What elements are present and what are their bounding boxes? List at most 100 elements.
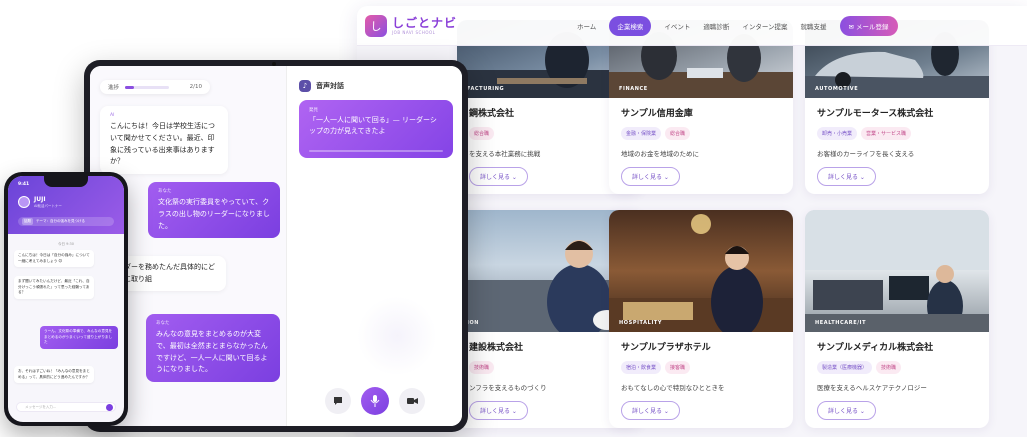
camera-dot [272, 62, 276, 66]
partner-name: JUJI [34, 196, 46, 203]
company-card[interactable]: FINANCE サンプル信用金庫 金融・保険業 総合職 地域のお金を地域のために… [609, 20, 793, 194]
message-input-placeholder: メッセージを入力... [25, 404, 57, 409]
video-button[interactable] [399, 388, 425, 414]
logo-title: しごとナビ [392, 15, 458, 30]
send-icon[interactable] [106, 404, 113, 411]
logo-icon[interactable]: し [365, 14, 387, 37]
company-desc: 医療を支えるヘルスケアテクノロジー [817, 384, 927, 392]
insight-tag: 発見 [309, 108, 318, 113]
nav-aptitude[interactable]: 適職診断 [703, 21, 729, 31]
progress-indicator: 進捗 2/10 [100, 80, 210, 94]
company-desc: 地域のお金を地域のために [621, 150, 699, 158]
voice-icon: ♪ [299, 80, 311, 92]
detail-button[interactable]: 詳しく見る ⌄ [621, 401, 680, 420]
phone-device: 9:41 JUJI AI就活パートナー 話題 テーマ：自分の強みを見つける 今日… [4, 172, 128, 426]
logo-subtitle: JOB NAVI SCHOOL [392, 29, 436, 35]
detail-button[interactable]: 詳しく見る ⌄ [469, 401, 528, 420]
industry-tag: FINANCE [619, 86, 648, 92]
medical-office-scene-icon [805, 210, 989, 332]
progress-count: 2/10 [189, 84, 202, 90]
industry-chip: 卸売・小売業 [817, 127, 858, 140]
voice-glow [357, 296, 437, 376]
date-divider: 今日 9:30 [58, 242, 74, 246]
ai-message-text: こんにちは！今日は学校生活について聞かせてください。最近、印象に残っている出来事… [110, 122, 215, 166]
voice-header: ♪ 音声対話 [299, 80, 344, 92]
user-message-text: 文化祭の実行委員をやっていて、クラスの出し物のリーダーになりました。 [158, 198, 270, 230]
industry-chip: 宿泊・飲食業 [621, 361, 662, 374]
user-message: うーん、文化祭の準備で、みんなの意見をまとめるのがうまくいって盛り上がりました [40, 326, 118, 349]
industry-chip: 製造業（医療機器） [817, 361, 873, 374]
ai-message-text: こんにちは！今日は「自分の強み」について一緒に考えてみましょう 😊 [18, 253, 90, 263]
industry-tag: HOSPITALITY [619, 320, 663, 326]
tablet-device: 進捗 2/10 AI こんにちは！今日は学校生活について聞かせてください。最近、… [84, 60, 468, 432]
job-chip: 技術職 [876, 361, 902, 374]
company-desc: おもてなしの心で特別なひとときを [621, 384, 725, 392]
nav-company-search[interactable]: 企業検索 [609, 16, 652, 36]
job-chip: 総合職 [469, 127, 495, 140]
company-card[interactable]: AUTOMOTIVE サンプルモータース株式会社 卸売・小売業 営業・サービス職… [805, 20, 989, 194]
video-camera-icon [406, 398, 418, 404]
site-header: し しごとナビ JOB NAVI SCHOOL ホーム 企業検索 イベント 適職… [357, 6, 1027, 46]
topic-badge: 話題 [22, 218, 33, 225]
nav-job-support[interactable]: 就職支援 [801, 21, 827, 31]
job-chip: 総合職 [665, 127, 691, 140]
company-name: サンプルモータース株式会社 [817, 109, 934, 119]
user-message: あなた 文化祭の実行委員をやっていて、クラスの出し物のリーダーになりました。 [148, 182, 280, 239]
tablet-screen: 進捗 2/10 AI こんにちは！今日は学校生活について聞かせてください。最近、… [90, 66, 462, 426]
insight-card: 発見 「一人一人に聞いて回る」— リーダーシップの力が見えてきたよ [299, 100, 453, 158]
job-chip: 接客職 [665, 361, 691, 374]
insight-bar [309, 150, 443, 152]
company-name: 鋼株式会社 [469, 109, 515, 119]
detail-button[interactable]: 詳しく見る ⌄ [817, 167, 876, 186]
user-message: あなた みんなの意見をまとめるのが大変で、最初は全然まとまらなかったんですけど、… [146, 314, 280, 382]
nav-internship[interactable]: インターン提案 [742, 21, 787, 31]
company-desc: ンフラを支えるものづくり [469, 384, 547, 392]
company-photo: HEALTHCARE/IT [805, 210, 989, 332]
phone-notch [44, 176, 88, 187]
ai-message-text: まず聞いてみたいんだけど、最近「これ、自分けっこう頑張れた」って思った経験ってあ… [18, 279, 90, 295]
industry-tag: AUTOMOTIVE [815, 86, 859, 92]
company-name: サンプルプラザホテル [621, 343, 711, 353]
ai-message: こんにちは！今日は「自分の強み」について一緒に考えてみましょう 😊 [14, 250, 94, 268]
chat-bubble-icon [334, 397, 342, 405]
insight-text: 「一人一人に聞いて回る」— リーダーシップの力が見えてきたよ [309, 116, 437, 136]
voice-chat-panel: ♪ 音声対話 発見 「一人一人に聞いて回る」— リーダーシップの力が見えてきたよ [286, 66, 462, 426]
detail-button[interactable]: 詳しく見る ⌄ [469, 167, 528, 186]
industry-chip: 金融・保険業 [621, 127, 662, 140]
detail-button[interactable]: 詳しく見る ⌄ [817, 401, 876, 420]
industry-tag: ION [467, 320, 480, 326]
voice-title: 音声対話 [316, 82, 344, 90]
hotel-scene-icon [609, 214, 793, 332]
nav-home[interactable]: ホーム [577, 21, 596, 31]
chat-mode-button[interactable] [325, 388, 351, 414]
phone-screen: 9:41 JUJI AI就活パートナー 話題 テーマ：自分の強みを見つける 今日… [8, 176, 124, 422]
company-card[interactable]: HEALTHCARE/IT サンプルメディカル株式会社 製造業（医療機器） 技術… [805, 210, 989, 428]
industry-tag: HEALTHCARE/IT [815, 320, 867, 326]
mic-button[interactable] [361, 387, 389, 415]
user-message-text: みんなの意見をまとめるのが大変で、最初は全然まとまらなかったんですけど、一人一人… [156, 330, 268, 374]
status-time: 9:41 [18, 182, 30, 187]
ai-message: まず聞いてみたいんだけど、最近「これ、自分けっこう頑張れた」って思った経験ってあ… [14, 276, 94, 299]
mail-signup-button[interactable]: ✉ メール登録 [839, 16, 898, 36]
company-card[interactable]: HOSPITALITY サンプルプラザホテル 宿泊・飲食業 接客職 おもてなしの… [609, 210, 793, 428]
company-photo: HOSPITALITY [609, 210, 793, 332]
progress-label: 進捗 [108, 85, 120, 91]
message-input[interactable]: メッセージを入力... [16, 402, 116, 412]
avatar [18, 196, 30, 208]
user-message-text: うーん、文化祭の準備で、みんなの意見をまとめるのがうまくいって盛り上がりました [44, 329, 113, 345]
user-tag: あなた [156, 321, 170, 326]
progress-track [125, 85, 170, 89]
progress-fill [125, 85, 134, 89]
topic-text: テーマ：自分の強みを見つける [36, 219, 85, 223]
ai-message: AI こんにちは！今日は学校生活について聞かせてください。最近、印象に残っている… [100, 106, 228, 174]
industry-tag: FACTURING [467, 86, 505, 92]
ai-message-text: お、それはすごいね！「みんなの意見をまとめる」って、具体的にどう進めたんですか？ [18, 369, 90, 379]
logo[interactable]: しごとナビ JOB NAVI SCHOOL [392, 17, 457, 35]
company-name: サンプルメディカル株式会社 [817, 343, 934, 353]
nav-events[interactable]: イベント [664, 21, 690, 31]
screenshot-stage: し しごとナビ JOB NAVI SCHOOL ホーム 企業検索 イベント 適職… [0, 0, 1027, 437]
job-chip: 営業・サービス職 [861, 127, 912, 140]
detail-button[interactable]: 詳しく見る ⌄ [621, 167, 680, 186]
ai-tag: AI [110, 113, 115, 118]
company-name: サンプル信用金庫 [621, 109, 693, 119]
